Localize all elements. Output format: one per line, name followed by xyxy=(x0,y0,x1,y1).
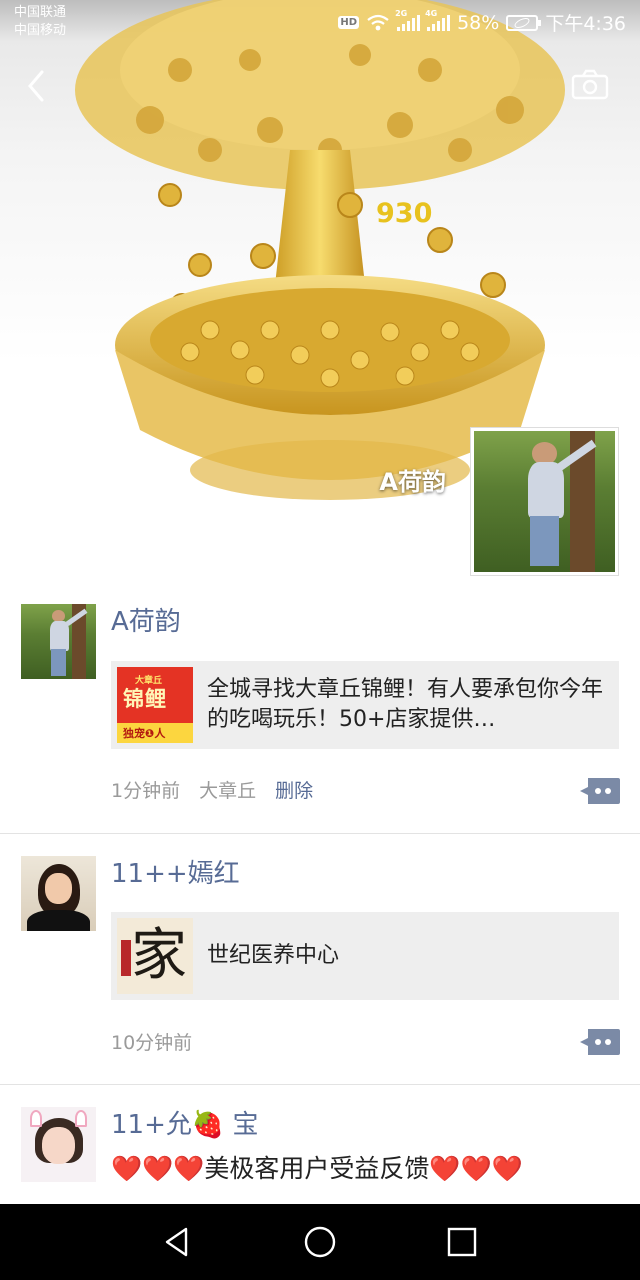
shared-link-thumbnail: 大章丘 锦鲤 独宠❶人 xyxy=(117,667,193,743)
triangle-back-icon xyxy=(165,1227,188,1257)
system-nav-bar xyxy=(0,1204,640,1280)
author-name[interactable]: 11+允🍓 宝 xyxy=(111,1109,259,1141)
thumb-caption: 独宠❶人 xyxy=(123,727,166,740)
author-name[interactable]: 11++嫣红 xyxy=(111,858,240,890)
thumb-title: 锦鲤 xyxy=(123,687,167,711)
carrier-2-label: 中国移动 xyxy=(14,23,67,38)
post-time: 1分钟前 xyxy=(111,780,181,802)
author-avatar[interactable] xyxy=(21,1107,96,1182)
status-icons: HD 2G 4G 58% 下午4:36 xyxy=(338,9,626,36)
comment-dots-icon xyxy=(580,778,620,804)
post-meta: 1分钟前 大章丘 删除 xyxy=(111,776,313,803)
shared-link-thumbnail: 家 xyxy=(117,918,193,994)
hearts-suffix: ❤️❤️❤️ xyxy=(429,1154,523,1183)
author-avatar[interactable] xyxy=(21,856,96,931)
post-text-main: 美极客用户受益反馈 xyxy=(204,1154,430,1183)
square-recent-icon xyxy=(447,1227,477,1257)
nav-back-button[interactable] xyxy=(160,1224,196,1260)
profile-avatar[interactable] xyxy=(470,427,619,576)
carrier-1-label: 中国联通 xyxy=(14,5,67,20)
moment-post: 11+允🍓 宝 ❤️❤️❤️美极客用户受益反馈❤️❤️❤️ xyxy=(0,1085,640,1215)
wifi-icon xyxy=(367,14,389,30)
post-text: ❤️❤️❤️美极客用户受益反馈❤️❤️❤️ xyxy=(111,1152,523,1186)
clock: 下午4:36 xyxy=(545,13,626,35)
carrier-info: 中国联通 中国移动 xyxy=(14,4,66,40)
signal-4g-icon: 4G xyxy=(425,9,451,31)
thumb-calligraphy: 家 xyxy=(131,923,187,988)
back-button[interactable] xyxy=(20,66,54,106)
shared-link-title: 全城寻找大章丘锦鲤！有人要承包你今年的吃喝玩乐！50+店家提供… xyxy=(207,677,603,732)
profile-name: A荷韵 xyxy=(379,468,446,496)
shared-link-card[interactable]: 家 世纪医养中心 xyxy=(111,912,619,1000)
status-bar: 中国联通 中国移动 HD 2G 4G 58% 下午4:36 xyxy=(0,0,640,48)
post-location[interactable]: 大章丘 xyxy=(199,776,256,803)
author-avatar[interactable] xyxy=(21,604,96,679)
hd-badge: HD xyxy=(338,16,360,29)
signal-2g-icon: 2G xyxy=(395,9,421,31)
comment-button[interactable] xyxy=(580,1029,620,1055)
shared-link-title: 世纪医养中心 xyxy=(207,943,340,968)
camera-icon xyxy=(571,69,609,100)
cover-number-overlay: 930 xyxy=(376,198,433,229)
delete-link[interactable]: 删除 xyxy=(275,776,313,803)
post-meta: 10分钟前 xyxy=(111,1028,192,1055)
nav-home-button[interactable] xyxy=(302,1224,338,1260)
moment-post: A荷韵 大章丘 锦鲤 独宠❶人 全城寻找大章丘锦鲤！有人要承包你今年的吃喝玩乐！… xyxy=(0,582,640,834)
battery-percent: 58% xyxy=(457,11,500,34)
shared-link-card[interactable]: 大章丘 锦鲤 独宠❶人 全城寻找大章丘锦鲤！有人要承包你今年的吃喝玩乐！50+店… xyxy=(111,661,619,749)
comment-dots-icon xyxy=(580,1029,620,1055)
comment-button[interactable] xyxy=(580,778,620,804)
circle-home-icon xyxy=(304,1226,336,1258)
moment-post: 11++嫣红 家 世纪医养中心 10分钟前 xyxy=(0,834,640,1085)
profile-avatar-image xyxy=(474,431,615,572)
nav-recent-button[interactable] xyxy=(444,1224,480,1260)
hearts-prefix: ❤️❤️❤️ xyxy=(111,1154,205,1183)
camera-button[interactable] xyxy=(570,68,610,102)
battery-icon xyxy=(506,14,542,31)
signal-4g-label: 4G xyxy=(425,8,438,18)
chevron-left-icon xyxy=(28,70,44,102)
post-time: 10分钟前 xyxy=(111,1032,193,1054)
signal-2g-label: 2G xyxy=(395,8,408,18)
author-name[interactable]: A荷韵 xyxy=(111,606,181,638)
